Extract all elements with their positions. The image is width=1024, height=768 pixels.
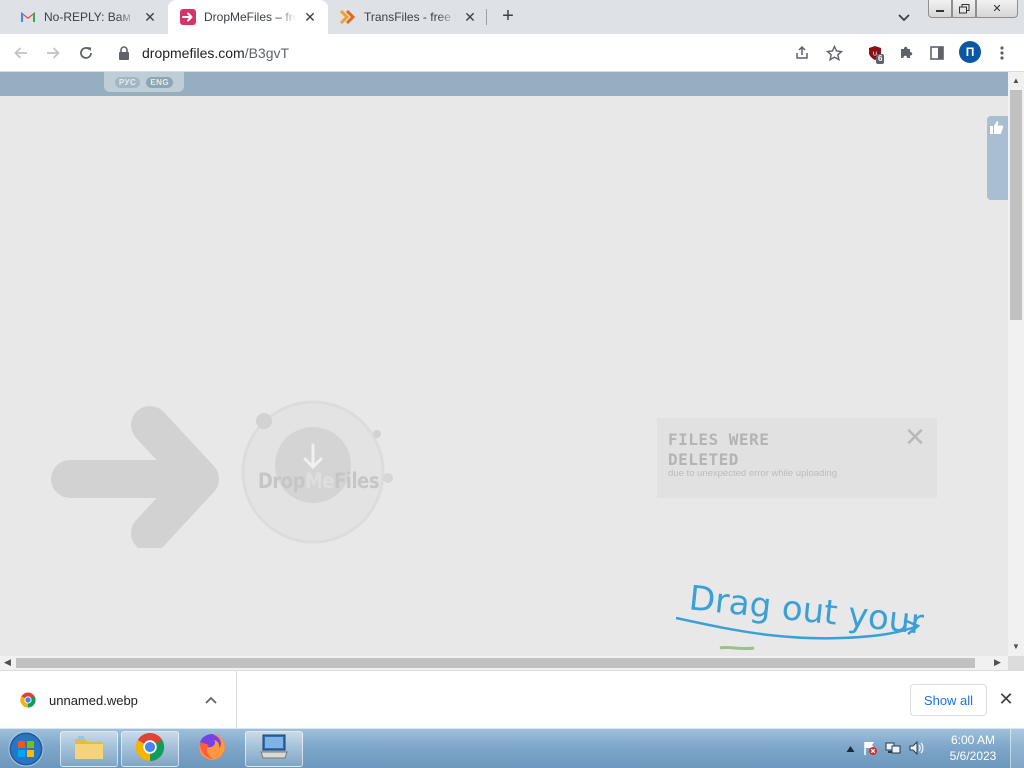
tab-transfiles[interactable]: TransFiles - free fi ✕ — [328, 0, 488, 34]
taskbar-chrome-button[interactable] — [121, 731, 179, 767]
forward-button[interactable] — [42, 42, 64, 64]
url-host: dropmefiles.com — [142, 45, 245, 61]
chrome-file-icon — [20, 692, 36, 708]
tab-title: TransFiles - free fi — [364, 10, 456, 24]
language-switcher: РУС ENG — [104, 72, 184, 92]
url-path: /B3gvT — [244, 45, 290, 61]
close-tab-icon[interactable]: ✕ — [462, 9, 478, 25]
show-all-button[interactable]: Show all — [910, 684, 987, 716]
tab-strip: No-REPLY: Вам от ✕ DropMeFiles – fre ✕ T… — [0, 0, 1024, 34]
scroll-left-arrow-icon[interactable]: ◀ — [4, 657, 11, 668]
close-notice-icon[interactable]: ✕ — [903, 424, 927, 450]
logo-me: Me — [304, 469, 334, 493]
chevron-up-icon[interactable] — [200, 693, 222, 707]
profile-avatar[interactable]: П — [959, 41, 981, 63]
files-deleted-notice: FILES WERE DELETED due to unexpected err… — [657, 418, 937, 498]
horizontal-scrollbar[interactable]: ◀ ▶ — [0, 656, 1008, 670]
clock-date: 5/6/2023 — [949, 749, 997, 763]
extensions-puzzle-icon[interactable] — [895, 42, 917, 64]
scroll-right-arrow-icon[interactable]: ▶ — [994, 657, 1001, 668]
tab-title: DropMeFiles – fre — [204, 10, 296, 24]
page-viewport: РУС ENG DropMeFiles FILES WERE DELETED d — [0, 72, 1008, 656]
logo-files: Files — [333, 469, 380, 493]
side-panel-icon[interactable] — [926, 42, 948, 64]
close-tab-icon[interactable]: ✕ — [302, 9, 318, 25]
download-file-name: unnamed.webp — [49, 692, 138, 708]
restore-button[interactable] — [952, 0, 976, 18]
monitor-keyboard-icon — [259, 734, 289, 765]
system-tray — [842, 731, 942, 767]
close-download-bar-icon[interactable]: ✕ — [996, 689, 1016, 709]
vertical-scrollbar[interactable]: ▲ ▼ — [1008, 72, 1024, 656]
scrollbar-corner — [1008, 656, 1024, 670]
action-center-flag-icon[interactable] — [862, 740, 878, 759]
scroll-up-arrow-icon[interactable]: ▲ — [1012, 76, 1020, 85]
like-side-tab[interactable] — [987, 116, 1008, 200]
network-icon[interactable] — [885, 740, 901, 759]
tab-dropmefiles[interactable]: DropMeFiles – fre ✕ — [168, 0, 328, 34]
taskbar-clock[interactable]: 6:00 AM 5/6/2023 — [944, 732, 1002, 764]
firefox-icon — [197, 732, 227, 767]
taskbar-explorer-button[interactable] — [60, 731, 118, 767]
window-controls: ✕ — [928, 0, 1018, 18]
notice-title: FILES WERE DELETED — [668, 430, 770, 469]
volume-icon[interactable] — [908, 740, 924, 759]
download-item[interactable]: unnamed.webp — [0, 671, 237, 729]
logo-drop: Drop — [258, 469, 305, 493]
notice-subtitle: due to unexpected error while uploading — [668, 468, 838, 479]
upload-arrow-graphic — [51, 406, 219, 548]
tab-separator — [486, 9, 487, 25]
show-hidden-icons-icon[interactable] — [846, 742, 855, 756]
browser-toolbar: dropmefiles.com/B3gvT u 6 П — [0, 34, 1024, 72]
close-tab-icon[interactable]: ✕ — [142, 9, 158, 25]
folder-icon — [74, 734, 104, 765]
dropmefiles-icon — [180, 9, 196, 25]
reload-button[interactable] — [75, 42, 97, 64]
vertical-scroll-thumb[interactable] — [1010, 90, 1022, 320]
scroll-down-arrow-icon[interactable]: ▼ — [1012, 642, 1020, 651]
back-button[interactable] — [10, 42, 32, 64]
close-window-button[interactable]: ✕ — [976, 0, 1018, 18]
bookmark-star-icon[interactable] — [823, 42, 845, 64]
lang-ru-button[interactable]: РУС — [114, 76, 141, 88]
clock-time: 6:00 AM — [950, 733, 996, 747]
tab-gmail[interactable]: No-REPLY: Вам от ✕ — [8, 0, 168, 34]
lang-en-button[interactable]: ENG — [146, 76, 174, 88]
windows-taskbar: 6:00 AM 5/6/2023 — [0, 728, 1024, 768]
share-icon[interactable] — [791, 42, 813, 64]
lock-icon[interactable] — [118, 46, 132, 60]
address-bar[interactable]: dropmefiles.com/B3gvT — [108, 38, 852, 68]
gmail-icon — [20, 9, 36, 25]
transfiles-icon — [340, 9, 356, 25]
horizontal-scroll-thumb[interactable] — [16, 658, 975, 668]
extension-badge: 6 — [876, 54, 885, 64]
start-button[interactable] — [4, 730, 48, 768]
menu-kebab-icon[interactable] — [991, 42, 1013, 64]
url-text: dropmefiles.com/B3gvT — [142, 45, 289, 61]
minimize-button[interactable] — [928, 0, 952, 18]
tab-title: No-REPLY: Вам от — [44, 10, 136, 24]
chrome-icon — [135, 732, 165, 767]
download-bar: unnamed.webp Show all ✕ — [0, 670, 1024, 729]
new-tab-button[interactable]: + — [496, 6, 520, 28]
taskbar-remote-button[interactable] — [245, 731, 303, 767]
tab-search-icon[interactable] — [895, 8, 913, 26]
drag-out-your-graphic: Drag out your — [675, 578, 924, 651]
taskbar-firefox-button[interactable] — [183, 731, 241, 767]
dropmefiles-logo-text: DropMeFiles — [258, 469, 379, 493]
show-desktop-button[interactable] — [1010, 729, 1024, 768]
thumbs-up-icon — [989, 120, 1004, 139]
